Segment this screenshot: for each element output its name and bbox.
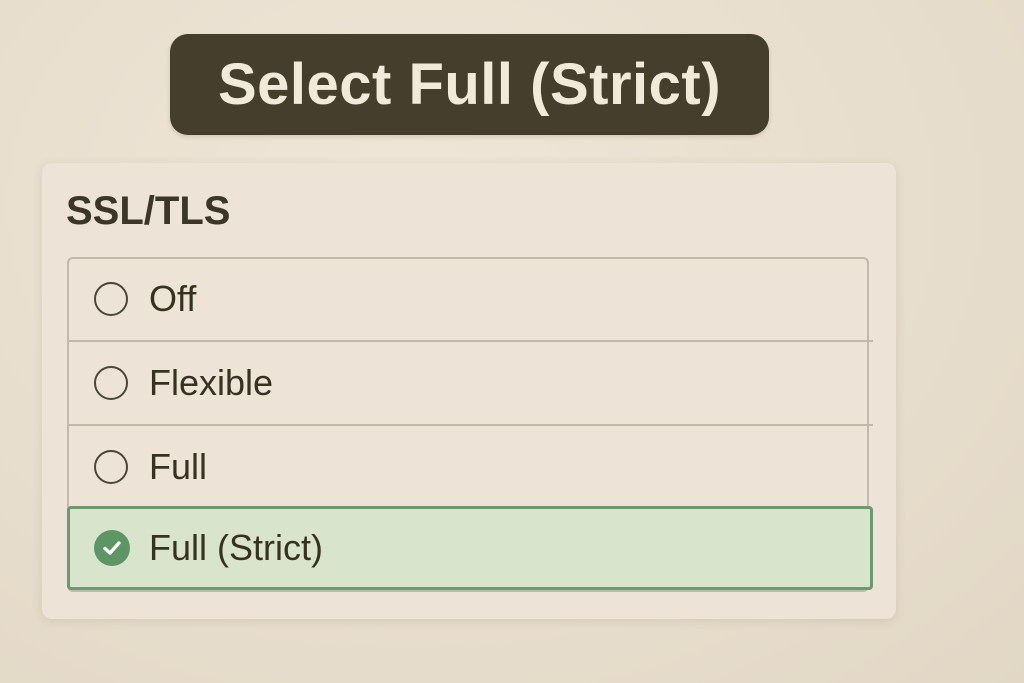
ssl-tls-panel: SSL/TLS Off Flexible Full Full (Strict) [42, 163, 896, 619]
option-label-full-strict: Full (Strict) [149, 527, 323, 568]
radio-circle-icon[interactable] [94, 282, 128, 316]
option-label-full: Full [149, 446, 208, 487]
option-full-strict[interactable]: Full (Strict) [67, 506, 873, 590]
option-label-off: Off [149, 278, 197, 319]
check-circle-icon[interactable] [94, 530, 130, 566]
ssl-mode-radio-group: Off Flexible Full Full (Strict) [67, 257, 873, 592]
panel-title: SSL/TLS [66, 189, 231, 233]
instruction-banner: Select Full (Strict) [170, 34, 769, 135]
radio-circle-icon[interactable] [94, 366, 128, 400]
option-off[interactable]: Off [67, 257, 873, 341]
option-full[interactable]: Full [67, 425, 873, 509]
option-label-flexible: Flexible [149, 362, 274, 403]
instruction-text: Select Full (Strict) [217, 52, 722, 117]
option-flexible[interactable]: Flexible [67, 341, 873, 425]
radio-circle-icon[interactable] [94, 450, 128, 484]
